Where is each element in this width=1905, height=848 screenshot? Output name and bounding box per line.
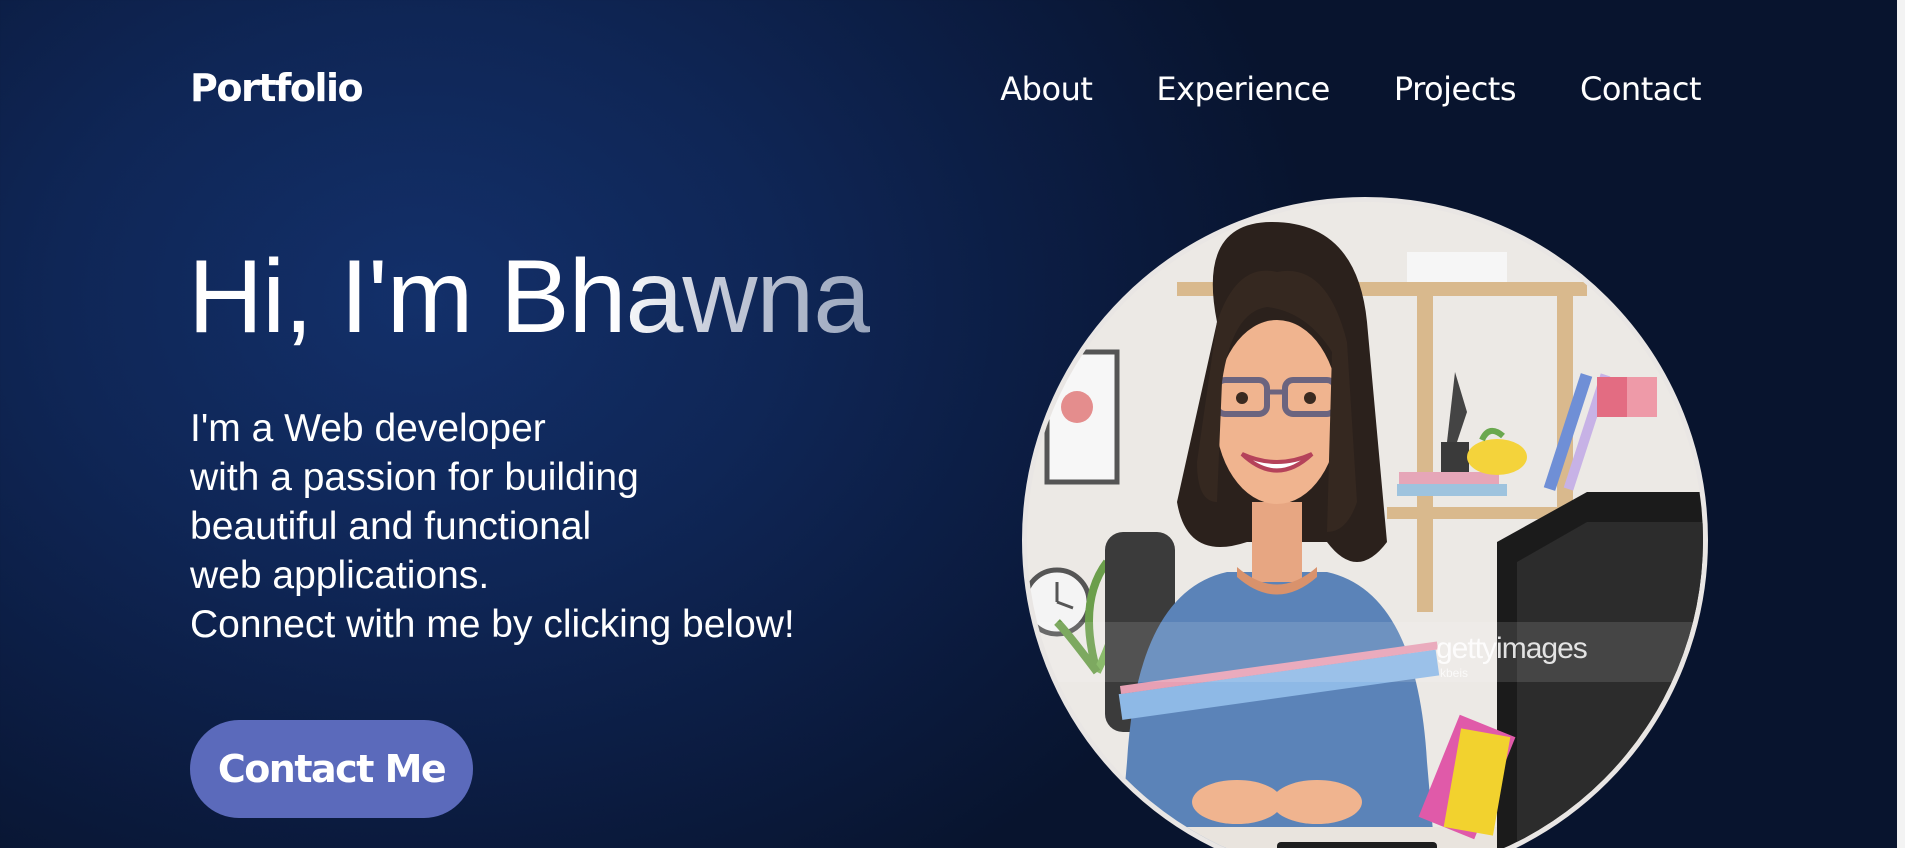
watermark-brand: gettyimages bbox=[1436, 632, 1588, 665]
nav-link-about[interactable]: About bbox=[1000, 70, 1093, 108]
navbar: Portfolio About Experience Projects Cont… bbox=[0, 0, 1897, 185]
contact-me-button[interactable]: Contact Me bbox=[190, 720, 473, 818]
hero-title: Hi, I'm Bhawna bbox=[188, 239, 871, 355]
avatar-illustration bbox=[1027, 202, 1703, 848]
hero-description-line: with a passion for building bbox=[190, 456, 639, 499]
scrollbar[interactable] bbox=[1897, 0, 1905, 848]
nav-links: About Experience Projects Contact bbox=[1000, 70, 1701, 108]
nav-link-experience[interactable]: Experience bbox=[1156, 70, 1330, 108]
nav-link-contact[interactable]: Contact bbox=[1580, 70, 1702, 108]
nav-link-projects[interactable]: Projects bbox=[1394, 70, 1517, 108]
hero-description-line: I'm a Web developer bbox=[190, 407, 546, 450]
hero-description-line: beautiful and functional bbox=[190, 505, 592, 548]
watermark-credit: kbeis bbox=[1440, 666, 1469, 680]
hero-description: I'm a Web developer with a passion for b… bbox=[190, 404, 795, 649]
profile-avatar bbox=[1022, 197, 1708, 848]
hero-description-line: Connect with me by clicking below! bbox=[190, 603, 795, 646]
hero-description-line: web applications. bbox=[190, 554, 490, 597]
logo[interactable]: Portfolio bbox=[190, 66, 364, 110]
